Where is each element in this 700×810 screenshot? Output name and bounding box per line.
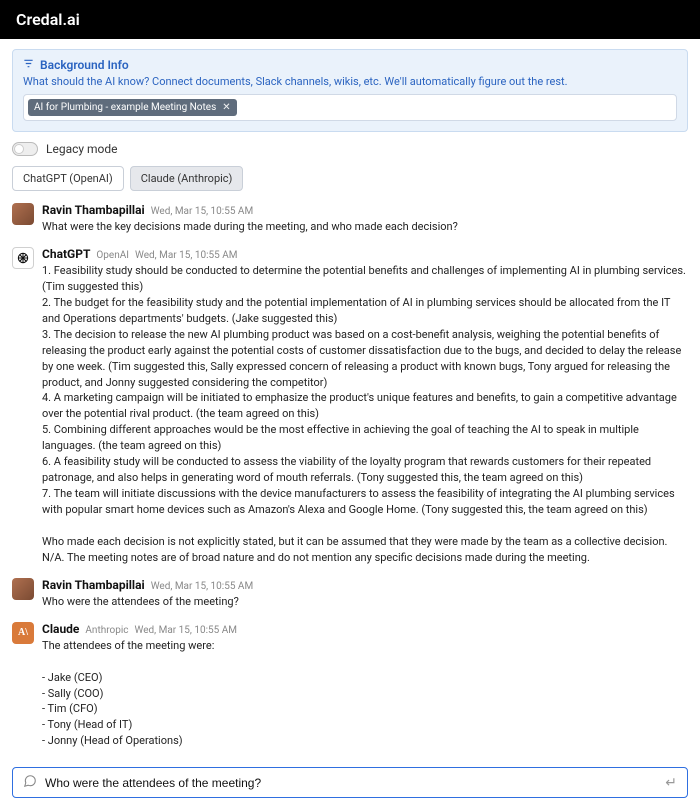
chip-remove-icon[interactable]: ✕ xyxy=(222,102,230,113)
message-provider: Anthropic xyxy=(85,625,128,636)
source-chip: AI for Plumbing - example Meeting Notes … xyxy=(28,99,237,116)
background-sources-input[interactable]: AI for Plumbing - example Meeting Notes … xyxy=(23,94,677,121)
message-composer[interactable]: ↵ xyxy=(12,767,688,798)
message-text: Who were the attendees of the meeting? xyxy=(42,594,688,610)
filter-icon xyxy=(23,58,34,72)
avatar-claude: A\ xyxy=(12,622,34,644)
tab-claude[interactable]: Claude (Anthropic) xyxy=(130,166,244,191)
message-text: What were the key decisions made during … xyxy=(42,219,688,235)
tab-chatgpt[interactable]: ChatGPT (OpenAI) xyxy=(12,166,124,191)
main-content: Background Info What should the AI know?… xyxy=(0,39,700,810)
message-timestamp: Wed, Mar 15, 10:55 AM xyxy=(135,250,237,261)
background-info-description: What should the AI know? Connect documen… xyxy=(23,75,677,88)
chat-icon xyxy=(23,774,37,791)
avatar-user xyxy=(12,578,34,600)
message-timestamp: Wed, Mar 15, 10:55 AM xyxy=(151,206,253,217)
brand-name: Credal.ai xyxy=(16,10,80,29)
message-text: The attendees of the meeting were: - Jak… xyxy=(42,638,688,750)
send-icon[interactable]: ↵ xyxy=(665,775,677,791)
source-chip-label: AI for Plumbing - example Meeting Notes xyxy=(34,102,216,113)
avatar-chatgpt xyxy=(12,247,34,269)
message-row: A\ Claude Anthropic Wed, Mar 15, 10:55 A… xyxy=(12,622,688,750)
message-provider: OpenAI xyxy=(96,250,129,261)
message-author: Claude xyxy=(42,622,79,636)
background-info-panel: Background Info What should the AI know?… xyxy=(12,49,688,132)
message-row: Ravin Thambapillai Wed, Mar 15, 10:55 AM… xyxy=(12,578,688,610)
message-timestamp: Wed, Mar 15, 10:55 AM xyxy=(135,625,237,636)
message-author: Ravin Thambapillai xyxy=(42,578,145,592)
background-info-header: Background Info xyxy=(23,58,677,72)
legacy-mode-label: Legacy mode xyxy=(46,142,118,156)
message-text: 1. Feasibility study should be conducted… xyxy=(42,263,688,566)
message-row: ChatGPT OpenAI Wed, Mar 15, 10:55 AM 1. … xyxy=(12,247,688,566)
message-row: Ravin Thambapillai Wed, Mar 15, 10:55 AM… xyxy=(12,203,688,235)
background-info-title: Background Info xyxy=(40,58,129,72)
avatar-user xyxy=(12,203,34,225)
message-author: Ravin Thambapillai xyxy=(42,203,145,217)
legacy-mode-toggle[interactable] xyxy=(12,142,38,156)
message-timestamp: Wed, Mar 15, 10:55 AM xyxy=(151,581,253,592)
model-tabs: ChatGPT (OpenAI) Claude (Anthropic) xyxy=(12,166,688,191)
composer-input[interactable] xyxy=(45,776,657,790)
legacy-mode-row: Legacy mode xyxy=(12,142,688,156)
top-bar: Credal.ai xyxy=(0,0,700,39)
message-author: ChatGPT xyxy=(42,247,90,261)
